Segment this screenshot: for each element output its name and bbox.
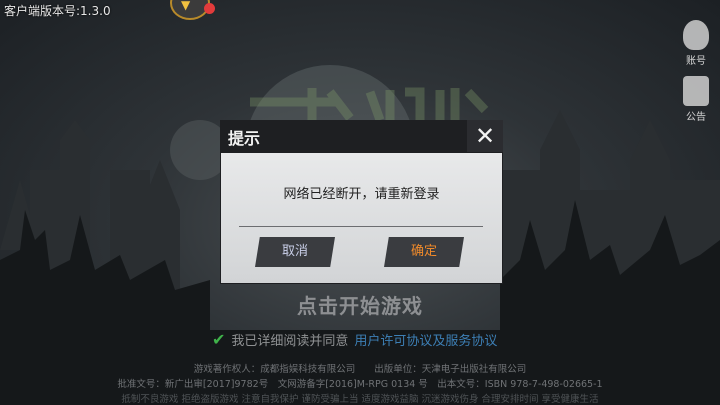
dialog-message: 网络已经断开，请重新登录 <box>283 187 440 202</box>
credits-line: 游戏著作权人：成都指娱科技有限公司 出版单位：天津电子出版社有限公司 <box>193 364 527 375</box>
cancel-button[interactable]: 取消 <box>255 237 335 267</box>
network-error-dialog: 提示 ✕ 网络已经断开，请重新登录 取消 确定 <box>220 120 503 284</box>
dialog-body: 网络已经断开，请重新登录 取消 确定 <box>220 152 503 284</box>
agreement-link[interactable]: 用户许可协议及服务协议 <box>354 330 497 349</box>
chevron-down-icon: ▼ <box>181 0 191 12</box>
client-version-label: 客户端版本号:1.3.0 <box>4 4 111 18</box>
game-login-screen: ▼ 客户端版本号:1.3.0 账号 公告 点击开始游戏 ✔ 我已详细阅读并同意 … <box>0 0 720 405</box>
close-button[interactable]: ✕ <box>467 120 503 152</box>
dialog-header: 提示 ✕ <box>220 120 503 152</box>
notice-icon <box>683 76 709 106</box>
account-label: 账号 <box>686 56 706 67</box>
account-button[interactable]: 账号 <box>678 20 714 67</box>
credits-line: 批准文号：新广出审[2017]9782号 文网游备字[2016]M-RPG 01… <box>117 379 603 390</box>
dialog-title: 提示 <box>228 129 261 148</box>
agreement-row: ✔ 我已详细阅读并同意 用户许可协议及服务协议 <box>212 330 497 349</box>
start-game-button[interactable]: 点击开始游戏 <box>0 290 720 319</box>
agreement-checkbox[interactable]: ✔ <box>212 330 225 349</box>
credits-line: 抵制不良游戏 拒绝盗版游戏 注意自我保护 谨防受骗上当 适度游戏益脑 沉迷游戏伤… <box>121 394 599 405</box>
dialog-divider <box>239 226 483 227</box>
agreement-prefix: 我已详细阅读并同意 <box>231 334 349 349</box>
notification-dot <box>204 3 215 14</box>
notice-button[interactable]: 公告 <box>678 76 714 123</box>
confirm-button[interactable]: 确定 <box>384 237 464 267</box>
user-icon <box>683 20 709 50</box>
notice-label: 公告 <box>686 112 706 123</box>
